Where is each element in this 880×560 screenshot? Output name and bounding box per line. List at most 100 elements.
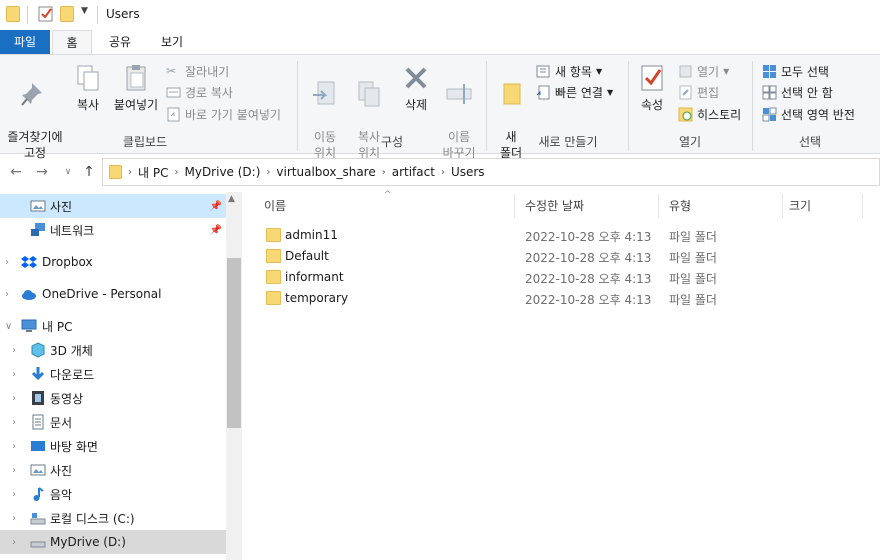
- new-item-button[interactable]: 새 항목 ▼: [536, 63, 602, 80]
- sidebar-item-pictures-pinned[interactable]: 사진 📌: [0, 194, 226, 218]
- folder-icon: [266, 270, 281, 284]
- divider[interactable]: [782, 194, 783, 218]
- sidebar-item-3d-objects[interactable]: › 3D 개체: [0, 338, 226, 362]
- cut-button[interactable]: ✂ 잘라내기: [166, 63, 229, 80]
- history-button[interactable]: 히스토리: [678, 106, 741, 123]
- chevron-right-icon[interactable]: ›: [266, 167, 270, 178]
- expand-chevron-icon[interactable]: ›: [12, 489, 16, 500]
- expand-chevron-icon[interactable]: ›: [5, 257, 9, 268]
- sidebar-item-this-pc[interactable]: ∨ 내 PC: [0, 314, 226, 338]
- breadcrumb-virtualbox-share[interactable]: virtualbox_share: [276, 165, 375, 179]
- move-to-button[interactable]: 이동 위치: [304, 63, 346, 161]
- pin-quick-access-button[interactable]: 즐겨찾기에 고정: [4, 63, 66, 161]
- sidebar-item-dropbox[interactable]: › Dropbox: [0, 250, 226, 274]
- customize-quick-access-icon[interactable]: ▼: [81, 6, 88, 16]
- paste-button[interactable]: 붙여넣기: [110, 63, 162, 113]
- tab-file[interactable]: 파일: [0, 30, 50, 54]
- delete-button[interactable]: 삭제: [396, 63, 436, 113]
- divider[interactable]: [514, 194, 515, 218]
- column-header-modified[interactable]: 수정한 날짜: [525, 192, 584, 220]
- invert-selection-button[interactable]: 선택 영역 반전: [762, 106, 855, 123]
- videos-icon: [32, 391, 44, 405]
- expand-chevron-icon[interactable]: ›: [12, 537, 16, 548]
- collapse-chevron-icon[interactable]: ∨: [5, 321, 12, 332]
- divider[interactable]: [658, 194, 659, 218]
- sidebar-item-label: OneDrive - Personal: [42, 287, 162, 301]
- chevron-right-icon[interactable]: ›: [174, 167, 178, 178]
- properties-quick-icon[interactable]: [38, 6, 54, 22]
- expand-chevron-icon[interactable]: ›: [12, 345, 16, 356]
- file-modified: 2022-10-28 오후 4:13: [525, 251, 652, 265]
- sidebar-item-videos[interactable]: › 동영상: [0, 386, 226, 410]
- breadcrumb-this-pc[interactable]: 내 PC: [138, 164, 168, 181]
- tab-view[interactable]: 보기: [150, 30, 194, 54]
- pin-icon[interactable]: 📌: [210, 201, 222, 212]
- sidebar-scroll-thumb[interactable]: [227, 258, 241, 428]
- breadcrumb-artifact[interactable]: artifact: [392, 165, 435, 179]
- copy-button[interactable]: 복사: [70, 63, 106, 113]
- table-row[interactable]: informant 2022-10-28 오후 4:13 파일 폴더: [258, 267, 858, 288]
- file-name: temporary: [285, 291, 349, 305]
- chevron-right-icon[interactable]: ›: [382, 167, 386, 178]
- drive-icon: [30, 513, 46, 525]
- new-folder-quick-icon[interactable]: [60, 6, 74, 22]
- rename-button[interactable]: 이름 바꾸기: [438, 63, 480, 161]
- chevron-right-icon[interactable]: ›: [128, 167, 132, 178]
- properties-button[interactable]: 속성: [634, 63, 670, 113]
- sidebar-item-local-disk[interactable]: › 로컬 디스크 (C:): [0, 506, 226, 530]
- column-header-size[interactable]: 크기: [789, 192, 811, 220]
- edit-button[interactable]: 편집: [678, 84, 719, 101]
- expand-chevron-icon[interactable]: ›: [12, 369, 16, 380]
- sidebar-item-downloads[interactable]: › 다운로드: [0, 362, 226, 386]
- download-icon: [31, 367, 45, 381]
- column-header-type[interactable]: 유형: [669, 192, 691, 220]
- scroll-up-icon[interactable]: ▲: [228, 194, 235, 204]
- paste-shortcut-button[interactable]: 바로 가기 붙여넣기: [166, 106, 281, 123]
- recent-locations-chevron-icon[interactable]: ∨: [58, 162, 78, 182]
- sidebar-item-mydrive[interactable]: › MyDrive (D:): [0, 530, 226, 554]
- select-none-icon: [762, 85, 777, 100]
- sidebar-item-music[interactable]: › 음악: [0, 482, 226, 506]
- expand-chevron-icon[interactable]: ›: [5, 289, 9, 300]
- easy-access-label: 빠른 연결: [555, 86, 603, 100]
- sidebar-item-network[interactable]: 네트워크 📌: [0, 218, 226, 242]
- expand-chevron-icon[interactable]: ›: [12, 393, 16, 404]
- sidebar-item-onedrive[interactable]: › OneDrive - Personal: [0, 282, 226, 306]
- select-all-button[interactable]: 모두 선택: [762, 63, 829, 80]
- chevron-right-icon[interactable]: ›: [441, 167, 445, 178]
- rename-icon: [446, 84, 472, 104]
- easy-access-button[interactable]: 빠른 연결 ▼: [536, 84, 613, 101]
- expand-chevron-icon[interactable]: ›: [12, 513, 16, 524]
- sidebar-item-desktop[interactable]: › 바탕 화면: [0, 434, 226, 458]
- breadcrumb-mydrive[interactable]: MyDrive (D:): [184, 165, 260, 179]
- table-row[interactable]: temporary 2022-10-28 오후 4:13 파일 폴더: [258, 288, 858, 309]
- delete-icon: [405, 67, 427, 89]
- up-arrow-icon[interactable]: ↑: [79, 162, 99, 182]
- sidebar-item-label: MyDrive (D:): [50, 535, 126, 549]
- back-arrow-icon[interactable]: ←: [6, 162, 26, 182]
- expand-chevron-icon[interactable]: ›: [12, 417, 16, 428]
- tab-share[interactable]: 공유: [100, 30, 140, 54]
- forward-arrow-icon[interactable]: →: [32, 162, 52, 182]
- pin-icon[interactable]: 📌: [210, 225, 222, 236]
- chevron-down-icon: ▼: [723, 67, 730, 76]
- sidebar-item-pictures[interactable]: › 사진: [0, 458, 226, 482]
- tab-home[interactable]: 홈: [52, 30, 92, 55]
- open-button[interactable]: 열기 ▼: [678, 63, 729, 80]
- sidebar-item-label: Dropbox: [42, 255, 93, 269]
- table-row[interactable]: admin11 2022-10-28 오후 4:13 파일 폴더: [258, 225, 858, 246]
- table-row[interactable]: Default 2022-10-28 오후 4:13 파일 폴더: [258, 246, 858, 267]
- expand-chevron-icon[interactable]: ›: [12, 441, 16, 452]
- computer-icon: [21, 319, 37, 332]
- address-bar[interactable]: › 내 PC › MyDrive (D:) › virtualbox_share…: [102, 158, 880, 186]
- sidebar-item-documents[interactable]: › 문서: [0, 410, 226, 434]
- copy-path-button[interactable]: 경로 복사: [166, 84, 233, 101]
- history-label: 히스토리: [697, 108, 742, 122]
- breadcrumb-users[interactable]: Users: [451, 165, 485, 179]
- new-item-icon: [536, 65, 550, 78]
- select-none-button[interactable]: 선택 안 함: [762, 84, 833, 101]
- expand-chevron-icon[interactable]: ›: [12, 465, 16, 476]
- divider: [97, 6, 98, 24]
- column-header-name[interactable]: 이름: [264, 192, 286, 220]
- divider[interactable]: [862, 194, 863, 218]
